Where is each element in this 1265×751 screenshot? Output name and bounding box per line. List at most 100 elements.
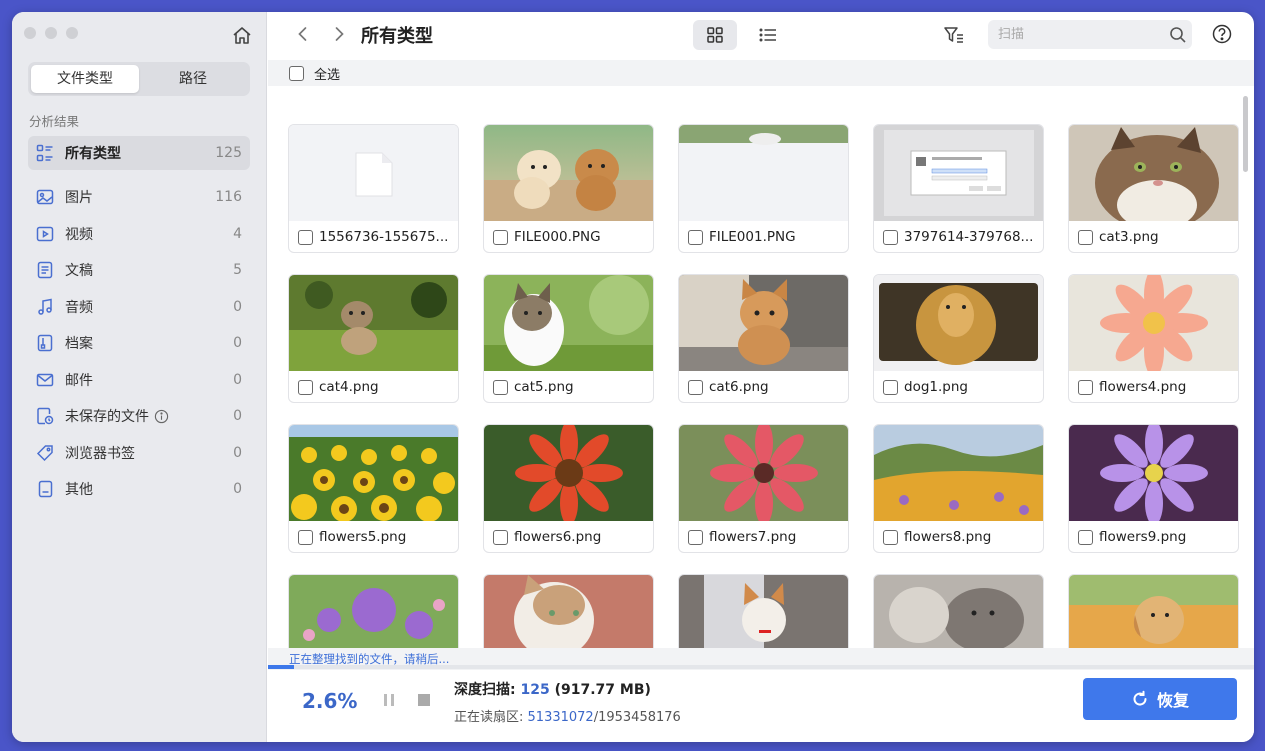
search-input[interactable] xyxy=(988,27,1168,42)
file-card[interactable]: cat5.png xyxy=(483,274,654,403)
progress-percent: 2.6% xyxy=(302,689,358,713)
file-name: cat3.png xyxy=(1099,229,1159,245)
back-icon[interactable] xyxy=(292,23,314,45)
sidebar-item-count: 0 xyxy=(233,335,242,351)
tab-file-type[interactable]: 文件类型 xyxy=(31,65,139,93)
forward-icon[interactable] xyxy=(328,23,350,45)
file-card[interactable]: flowers7.png xyxy=(678,424,849,553)
file-thumbnail[interactable] xyxy=(874,425,1043,521)
grid-view-button[interactable] xyxy=(693,20,737,50)
file-checkbox[interactable] xyxy=(688,379,703,395)
file-card[interactable]: flowers8.png xyxy=(873,424,1044,553)
file-card[interactable]: dog1.png xyxy=(873,274,1044,403)
minimize-window-button[interactable] xyxy=(45,27,57,39)
file-card[interactable]: cat6.png xyxy=(678,274,849,403)
file-card[interactable]: cat4.png xyxy=(288,274,459,403)
filter-icon[interactable] xyxy=(942,23,966,47)
sidebar-item-audio[interactable]: 音频 0 xyxy=(28,290,250,324)
file-name: dog1.png xyxy=(904,379,968,395)
sidebar-item-images[interactable]: 图片 116 xyxy=(28,180,250,214)
sidebar-item-other[interactable]: 其他 0 xyxy=(28,472,250,506)
sidebar-item-bookmarks[interactable]: 浏览器书签 0 xyxy=(28,436,250,470)
app-window: 文件类型 路径 分析结果 所有类型 125 图片 116 视频 4 文稿 5 音… xyxy=(12,12,1254,742)
file-thumbnail[interactable] xyxy=(289,125,458,221)
file-checkbox[interactable] xyxy=(1078,229,1093,245)
file-card[interactable] xyxy=(1068,574,1239,648)
file-checkbox[interactable] xyxy=(1078,529,1093,545)
sidebar-item-documents[interactable]: 文稿 5 xyxy=(28,253,250,287)
file-thumbnail[interactable] xyxy=(679,275,848,371)
file-thumbnail[interactable] xyxy=(1069,425,1238,521)
file-card[interactable]: flowers9.png xyxy=(1068,424,1239,553)
file-card[interactable] xyxy=(483,574,654,648)
info-icon[interactable] xyxy=(154,409,169,424)
audio-icon xyxy=(34,296,56,318)
pause-icon[interactable] xyxy=(380,691,398,709)
file-thumbnail[interactable] xyxy=(1069,575,1238,648)
file-card[interactable]: FILE001.PNG xyxy=(678,124,849,253)
file-thumbnail[interactable] xyxy=(874,275,1043,371)
file-card[interactable]: FILE000.PNG xyxy=(483,124,654,253)
search-icon[interactable] xyxy=(1168,25,1188,45)
file-caption: cat6.png xyxy=(679,371,848,402)
select-all-checkbox[interactable] xyxy=(289,65,304,81)
file-card[interactable] xyxy=(873,574,1044,648)
file-checkbox[interactable] xyxy=(883,379,898,395)
file-thumbnail[interactable] xyxy=(484,125,653,221)
sidebar-item-archives[interactable]: 档案 0 xyxy=(28,326,250,360)
help-icon[interactable] xyxy=(1211,23,1233,45)
grid-scrollbar[interactable] xyxy=(1243,96,1248,172)
file-checkbox[interactable] xyxy=(493,229,508,245)
file-thumbnail[interactable] xyxy=(484,275,653,371)
file-thumbnail[interactable] xyxy=(679,575,848,648)
file-thumbnail[interactable] xyxy=(874,575,1043,648)
file-thumbnail[interactable] xyxy=(1069,125,1238,221)
tab-path[interactable]: 路径 xyxy=(139,65,247,93)
archive-icon xyxy=(34,332,56,354)
sidebar-item-unsaved-files[interactable]: 未保存的文件 0 xyxy=(28,399,250,433)
sidebar-item-videos[interactable]: 视频 4 xyxy=(28,217,250,251)
file-checkbox[interactable] xyxy=(298,379,313,395)
home-icon[interactable] xyxy=(230,24,254,48)
file-thumbnail[interactable] xyxy=(289,425,458,521)
file-checkbox[interactable] xyxy=(688,529,703,545)
file-thumbnail[interactable] xyxy=(679,425,848,521)
file-checkbox[interactable] xyxy=(688,229,703,245)
file-checkbox[interactable] xyxy=(493,379,508,395)
sector-total: /1953458176 xyxy=(593,710,681,725)
file-checkbox[interactable] xyxy=(298,229,313,245)
file-caption: 3797614-379768... xyxy=(874,221,1043,252)
file-name: cat4.png xyxy=(319,379,379,395)
file-thumbnail[interactable] xyxy=(874,125,1043,221)
file-card[interactable]: flowers4.png xyxy=(1068,274,1239,403)
list-view-button[interactable] xyxy=(746,20,790,50)
file-thumbnail[interactable] xyxy=(484,425,653,521)
sidebar-item-all-types[interactable]: 所有类型 125 xyxy=(28,136,250,170)
file-thumbnail[interactable] xyxy=(289,275,458,371)
file-checkbox[interactable] xyxy=(883,529,898,545)
file-card[interactable] xyxy=(288,574,459,648)
file-card[interactable] xyxy=(678,574,849,648)
file-checkbox[interactable] xyxy=(1078,379,1093,395)
file-card[interactable]: 1556736-155675... xyxy=(288,124,459,253)
file-thumbnail[interactable] xyxy=(1069,275,1238,371)
sidebar-item-count: 116 xyxy=(215,189,242,205)
zoom-window-button[interactable] xyxy=(66,27,78,39)
close-window-button[interactable] xyxy=(24,27,36,39)
recover-button[interactable]: 恢复 xyxy=(1083,678,1237,720)
stop-icon[interactable] xyxy=(416,692,432,708)
file-card[interactable]: flowers5.png xyxy=(288,424,459,553)
reading-sector-label: 正在读扇区: xyxy=(454,710,524,725)
file-checkbox[interactable] xyxy=(298,529,313,545)
sidebar-item-label: 图片 xyxy=(65,190,93,206)
file-checkbox[interactable] xyxy=(493,529,508,545)
file-card[interactable]: flowers6.png xyxy=(483,424,654,553)
file-checkbox[interactable] xyxy=(883,229,898,245)
file-thumbnail[interactable] xyxy=(484,575,653,648)
file-thumbnail[interactable] xyxy=(679,125,848,221)
file-card[interactable]: cat3.png xyxy=(1068,124,1239,253)
document-icon xyxy=(34,259,56,281)
file-card[interactable]: 3797614-379768... xyxy=(873,124,1044,253)
file-thumbnail[interactable] xyxy=(289,575,458,648)
sidebar-item-mail[interactable]: 邮件 0 xyxy=(28,363,250,397)
